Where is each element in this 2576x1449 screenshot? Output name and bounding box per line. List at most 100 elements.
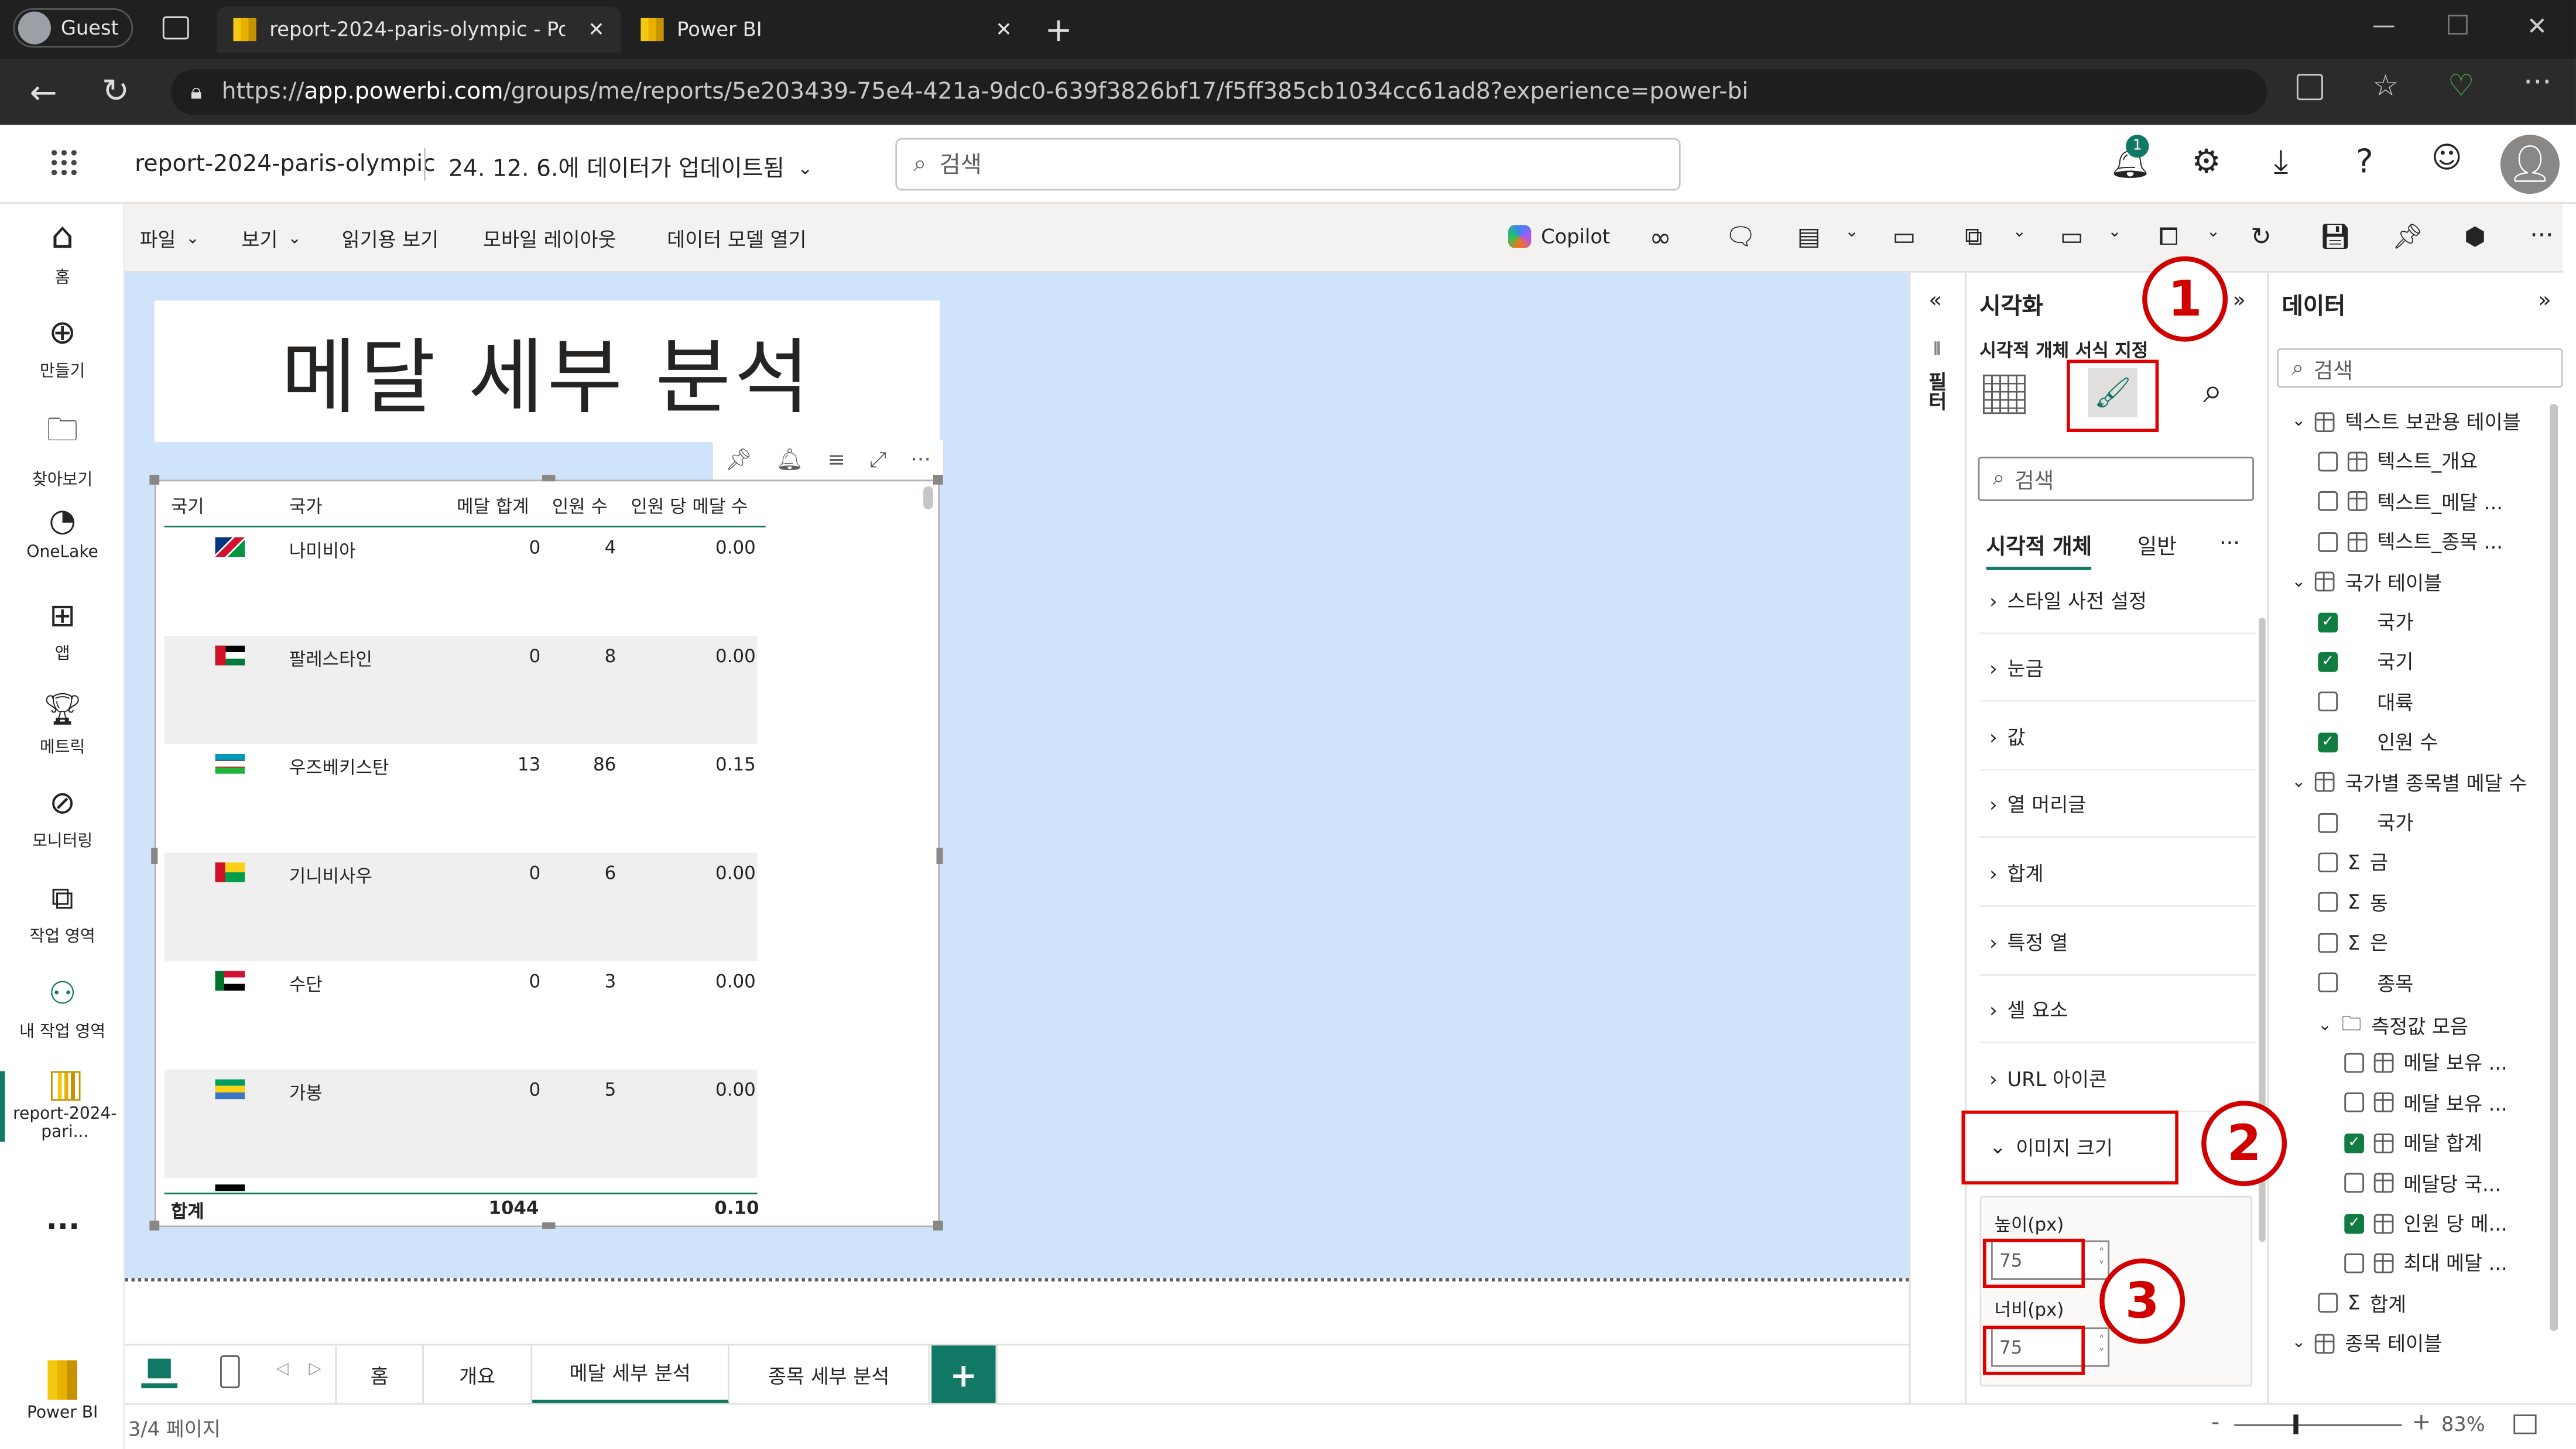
field-list-item[interactable]: ✓ 메달 합계 xyxy=(2344,1129,2482,1157)
checkbox-icon[interactable] xyxy=(2344,1173,2364,1193)
checkbox-checked-icon[interactable]: ✓ xyxy=(2344,1213,2364,1233)
resize-handle[interactable] xyxy=(149,474,160,485)
checkbox-icon[interactable] xyxy=(2318,812,2338,833)
section-values[interactable]: › 값 xyxy=(1979,705,2256,771)
filter-pane-collapsed[interactable]: « ⫼ 필터 xyxy=(1909,272,1965,1403)
data-search-input[interactable]: ⌕ 검색 xyxy=(2277,348,2563,388)
filter-icon[interactable]: ≡ xyxy=(827,448,845,472)
field-list-item[interactable]: Σ은 xyxy=(2318,929,2388,957)
report-name[interactable]: report-2024-paris-olympic xyxy=(135,151,436,177)
file-menu[interactable]: 파일 ⌄ xyxy=(140,225,200,253)
field-list-group[interactable]: ⌄ 종목 테이블 xyxy=(2292,1330,2442,1358)
app-launcher-icon[interactable] xyxy=(49,148,79,178)
checkbox-icon[interactable] xyxy=(2318,852,2338,872)
checkbox-checked-icon[interactable]: ✓ xyxy=(2318,732,2338,752)
chevron-down-icon[interactable]: ⌄ xyxy=(1845,224,1859,242)
column-header-medals-per-person[interactable]: 인원 당 메달 수 xyxy=(631,493,748,519)
nav-onelake[interactable]: ◔ OneLake xyxy=(0,503,125,562)
chevron-down-icon[interactable]: ⌄ xyxy=(2292,412,2306,430)
vertical-scrollbar[interactable] xyxy=(923,486,933,509)
nav-apps[interactable]: ⊞ 앱 xyxy=(0,598,125,663)
chevron-down-icon[interactable]: ⌄ xyxy=(2012,224,2026,242)
feedback-icon[interactable]: ☺ xyxy=(2431,141,2462,176)
more-nav-icon[interactable]: ... xyxy=(46,1203,80,1237)
field-list-item[interactable]: ✓ 인원 수 xyxy=(2318,728,2438,756)
checkbox-icon[interactable] xyxy=(2318,1293,2338,1313)
analytics-magnifier-icon[interactable]: ⌕ xyxy=(2203,371,2222,412)
fit-to-page-icon[interactable] xyxy=(2513,1414,2537,1434)
field-list-item[interactable]: Σ동 xyxy=(2318,889,2388,917)
field-list-item[interactable]: 텍스트_메달 ... xyxy=(2318,488,2503,516)
checkbox-icon[interactable] xyxy=(2344,1253,2364,1273)
viz-search-input[interactable]: ⌕ 검색 xyxy=(1978,457,2254,501)
section-totals[interactable]: › 합계 xyxy=(1979,841,2256,907)
field-list-group[interactable]: ⌄ 국가별 종목별 메달 수 xyxy=(2292,768,2527,796)
checkbox-checked-icon[interactable]: ✓ xyxy=(2318,652,2338,672)
chevron-down-icon[interactable]: ⌄ xyxy=(2292,773,2306,792)
global-search-input[interactable]: ⌕ 검색 xyxy=(895,138,1681,191)
pin-icon[interactable]: 📌︎ xyxy=(2392,222,2423,252)
focus-mode-icon[interactable]: ⤢ xyxy=(869,448,886,472)
resize-handle[interactable] xyxy=(933,1220,943,1231)
scroll-left-icon[interactable]: ◁ xyxy=(276,1360,289,1378)
table-row[interactable]: 수단 0 3 0.00 xyxy=(164,961,758,1070)
resize-handle[interactable] xyxy=(149,1220,160,1231)
reading-view-button[interactable]: 읽기용 보기 xyxy=(342,225,439,253)
table-row[interactable]: 우즈베키스탄 13 86 0.15 xyxy=(164,744,758,853)
nav-browse[interactable]: 🗀 찾아보기 xyxy=(0,407,125,489)
browser-essentials-icon[interactable]: ♡ xyxy=(2448,69,2474,104)
copilot-button[interactable]: Copilot xyxy=(1508,225,1610,248)
mobile-layout-button[interactable]: 모바일 레이아웃 xyxy=(483,225,616,253)
browser-tab-report[interactable]: report-2024-paris-olympic - Powe ✕ xyxy=(217,6,621,53)
scroll-right-icon[interactable]: ▷ xyxy=(309,1360,322,1378)
subscribe-icon[interactable]: ▭ xyxy=(1893,222,1916,252)
section-cell-elements[interactable]: › 셀 요소 xyxy=(1979,978,2256,1043)
report-title-textbox[interactable]: 메달 세부 분석 xyxy=(154,300,940,442)
settings-icon[interactable]: ⚙ xyxy=(2191,141,2221,180)
explore-icon[interactable]: ∞ xyxy=(1649,222,1671,253)
table-row[interactable]: 가봉 0 5 0.00 xyxy=(164,1069,758,1178)
duplicate-icon[interactable]: ⧠ xyxy=(2159,222,2178,252)
present-icon[interactable]: ▭ xyxy=(2060,222,2084,252)
expand-filters-icon[interactable]: « xyxy=(1928,289,1941,314)
account-avatar-icon[interactable]: 👤︎ xyxy=(2500,135,2560,194)
share-icon[interactable]: ⧉ xyxy=(1965,222,1982,252)
viz-more-options[interactable]: ... xyxy=(2219,526,2240,550)
view-menu[interactable]: 보기 ⌄ xyxy=(241,225,301,253)
column-header-flag[interactable]: 국기 xyxy=(171,493,204,519)
back-icon[interactable]: ← xyxy=(30,72,57,111)
checkbox-icon[interactable] xyxy=(2318,532,2338,551)
column-header-country[interactable]: 국가 xyxy=(289,493,323,519)
checkbox-icon[interactable] xyxy=(2318,692,2338,712)
spinner-icon[interactable]: ˄ ˅ xyxy=(2099,1334,2108,1361)
section-url-icon[interactable]: › URL 아이콘 xyxy=(1979,1046,2256,1112)
checkbox-icon[interactable] xyxy=(2318,491,2338,512)
table-row[interactable]: 나미비아 0 4 0.00 xyxy=(164,527,758,636)
resize-handle[interactable] xyxy=(542,1222,556,1229)
page-tab-medal-detail[interactable]: 메달 세부 분석 xyxy=(532,1345,729,1405)
field-list-item[interactable]: ✓ 인원 당 메... xyxy=(2344,1209,2508,1237)
page-tab-sport-detail[interactable]: 종목 세부 분석 xyxy=(729,1345,930,1405)
collapse-data-icon[interactable]: » xyxy=(2538,289,2551,314)
help-icon[interactable]: ? xyxy=(2356,141,2373,180)
nav-my-workspace[interactable]: ⚇ 내 작업 영역 xyxy=(0,976,125,1042)
build-visual-icon[interactable] xyxy=(1982,374,2026,415)
checkbox-icon[interactable] xyxy=(2318,892,2338,913)
collapse-viz-icon[interactable]: » xyxy=(2232,289,2245,314)
page-tab-home[interactable]: 홈 xyxy=(335,1345,424,1405)
page-tab-overview[interactable]: 개요 xyxy=(424,1345,533,1405)
teams-icon[interactable]: ⬢ xyxy=(2464,222,2486,252)
checkbox-checked-icon[interactable]: ✓ xyxy=(2318,612,2338,632)
maximize-icon[interactable] xyxy=(2448,15,2468,35)
zoom-in-icon[interactable]: + xyxy=(2411,1410,2431,1436)
checkbox-icon[interactable] xyxy=(2344,1092,2364,1113)
table-visual[interactable]: 국기 국가 메달 합계 인원 수 인원 당 메달 수 나미비아 0 4 0.00… xyxy=(149,474,943,1231)
open-data-model-button[interactable]: 데이터 모델 열기 xyxy=(667,225,806,253)
favorites-icon[interactable]: ☆ xyxy=(2372,69,2399,104)
refresh-visuals-icon[interactable]: ↻ xyxy=(2250,222,2271,252)
checkbox-icon[interactable] xyxy=(2318,932,2338,953)
more-options-icon[interactable]: ··· xyxy=(2530,220,2553,250)
mobile-layout-icon[interactable] xyxy=(220,1355,240,1389)
field-list-item[interactable]: 메달 보유 ... xyxy=(2344,1089,2508,1117)
notifications-button[interactable]: 🔔︎ 1 xyxy=(2109,135,2151,181)
